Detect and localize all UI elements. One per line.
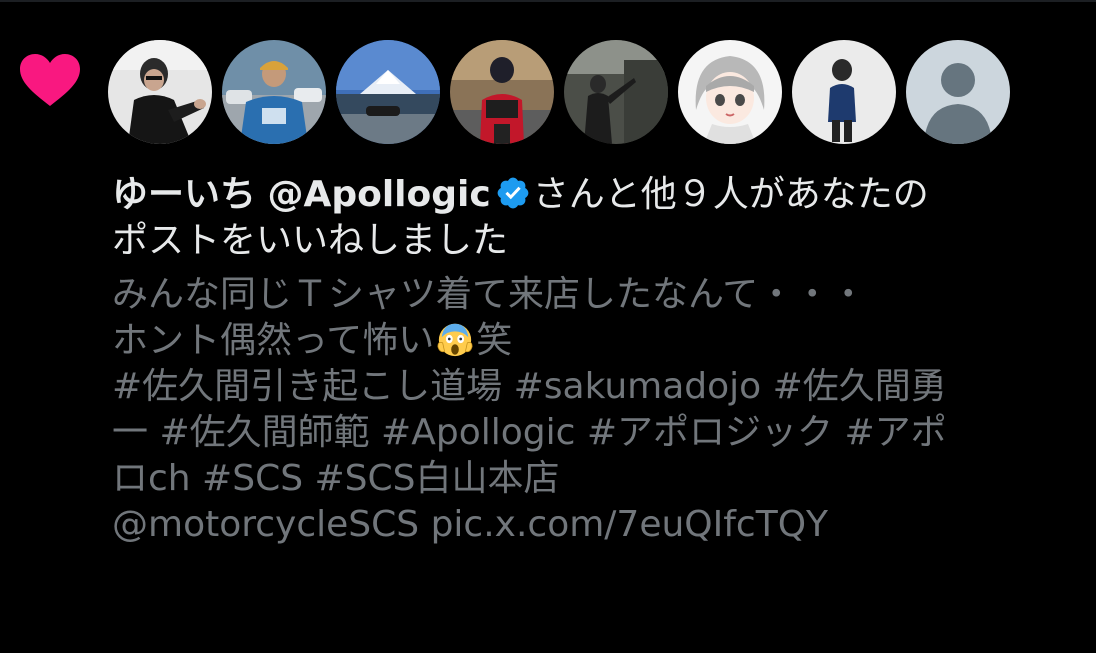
verified-badge-icon: [497, 177, 529, 209]
notification-headline: ゆーいち @Apollogic さんと他９人があなたの ポストをいいねしました: [112, 172, 1072, 264]
media-link[interactable]: pic.x.com/7euQIfcTQY: [431, 504, 828, 545]
liker-avatars: [108, 40, 1010, 144]
post-line-2: ホント偶然って怖い 笑: [112, 318, 1072, 364]
post-preview[interactable]: みんな同じＴシャツ着て来店したなんて・・・ ホント偶然って怖い 笑 #佐久間引き…: [112, 272, 1072, 548]
avatar-8-default[interactable]: [906, 40, 1010, 144]
post-line-6: @motorcycleSCS pic.x.com/7euQIfcTQY: [112, 502, 1072, 548]
post-line-5-hashtags[interactable]: ロch #SCS #SCS白山本店: [112, 456, 1072, 502]
avatar-2[interactable]: [222, 40, 326, 144]
heart-icon: [18, 52, 82, 108]
user-name[interactable]: ゆーいち: [112, 174, 256, 215]
headline-text-part1: さんと他９人があなたの: [532, 174, 929, 215]
post-line-3-hashtags[interactable]: #佐久間引き起こし道場 #sakumadojo #佐久間勇: [112, 364, 1072, 410]
top-divider: [0, 0, 1096, 2]
post-line-4-hashtags[interactable]: 一 #佐久間師範 #Apollogic #アポロジック #アポ: [112, 410, 1072, 456]
avatar-5[interactable]: [564, 40, 668, 144]
face-screaming-in-fear-emoji: [437, 323, 473, 357]
avatar-4[interactable]: [450, 40, 554, 144]
headline-text-part2: ポストをいいねしました: [112, 220, 509, 261]
post-line-2-text: ホント偶然って怖い: [112, 320, 435, 361]
avatar-6[interactable]: [678, 40, 782, 144]
avatar-7[interactable]: [792, 40, 896, 144]
notification-content[interactable]: ゆーいち @Apollogic さんと他９人があなたの ポストをいいねしました み…: [112, 172, 1072, 548]
post-line-2-suffix: 笑: [476, 320, 513, 361]
post-line-1: みんな同じＴシャツ着て来店したなんて・・・: [112, 274, 867, 315]
user-handle[interactable]: @Apollogic: [267, 174, 490, 215]
avatar-3[interactable]: [336, 40, 440, 144]
avatar-1[interactable]: [108, 40, 212, 144]
mention-link[interactable]: @motorcycleSCS: [112, 504, 419, 545]
